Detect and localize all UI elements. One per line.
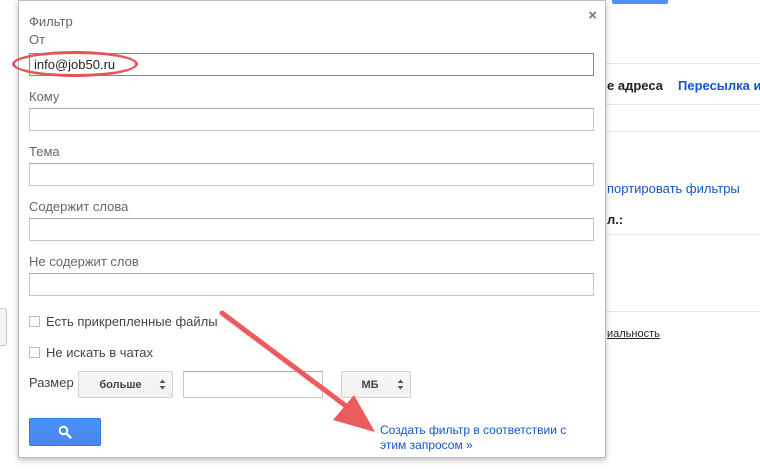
background-top-button [612, 0, 668, 4]
search-icon [58, 425, 72, 439]
to-field[interactable] [29, 108, 594, 131]
doesnt-have-field[interactable] [29, 273, 594, 296]
to-label: Кому [29, 89, 60, 104]
size-operator-select[interactable]: больше [78, 371, 173, 398]
from-field[interactable] [29, 53, 594, 76]
size-operator-value: больше [99, 378, 142, 391]
import-filters-link[interactable]: портировать фильтры [607, 181, 740, 196]
select-arrows-icon [397, 379, 404, 390]
doesnt-have-label: Не содержит слов [29, 254, 139, 269]
background-label: л.: [607, 212, 624, 227]
has-attachment-label: Есть прикрепленные файлы [46, 314, 218, 329]
from-label: От [29, 32, 46, 47]
privacy-link[interactable]: иальность [607, 328, 660, 340]
tab-forwarding[interactable]: Пересылка и [678, 78, 760, 93]
background-divider [606, 104, 760, 105]
create-filter-link[interactable]: Создать фильтр в соответствии с этим зап… [380, 423, 595, 453]
background-divider [606, 63, 760, 64]
background-divider [606, 311, 760, 312]
dont-include-chats-row[interactable]: Не искать в чатах [29, 345, 153, 360]
dont-include-chats-checkbox[interactable] [29, 347, 40, 358]
background-divider [606, 131, 760, 132]
size-unit-value: МБ [361, 378, 379, 391]
background-divider [606, 234, 760, 235]
filter-dialog: Фильтр × От Кому Тема Содержит слова Не … [18, 0, 606, 458]
size-unit-select[interactable]: МБ [341, 371, 411, 398]
has-words-field[interactable] [29, 218, 594, 241]
dont-include-chats-label: Не искать в чатах [46, 345, 154, 360]
close-icon[interactable]: × [588, 7, 597, 24]
size-label: Размер [29, 375, 74, 390]
has-attachment-checkbox[interactable] [29, 316, 40, 327]
select-arrows-icon [159, 379, 166, 390]
size-value-input[interactable] [183, 371, 323, 398]
has-words-label: Содержит слова [29, 199, 129, 214]
subject-field[interactable] [29, 163, 594, 186]
search-button[interactable] [29, 418, 101, 446]
has-attachment-row[interactable]: Есть прикрепленные файлы [29, 314, 218, 329]
tab-addresses[interactable]: е адреса [607, 78, 663, 93]
background-left-button [0, 308, 7, 346]
dialog-title: Фильтр [29, 14, 73, 29]
subject-label: Тема [29, 144, 60, 159]
